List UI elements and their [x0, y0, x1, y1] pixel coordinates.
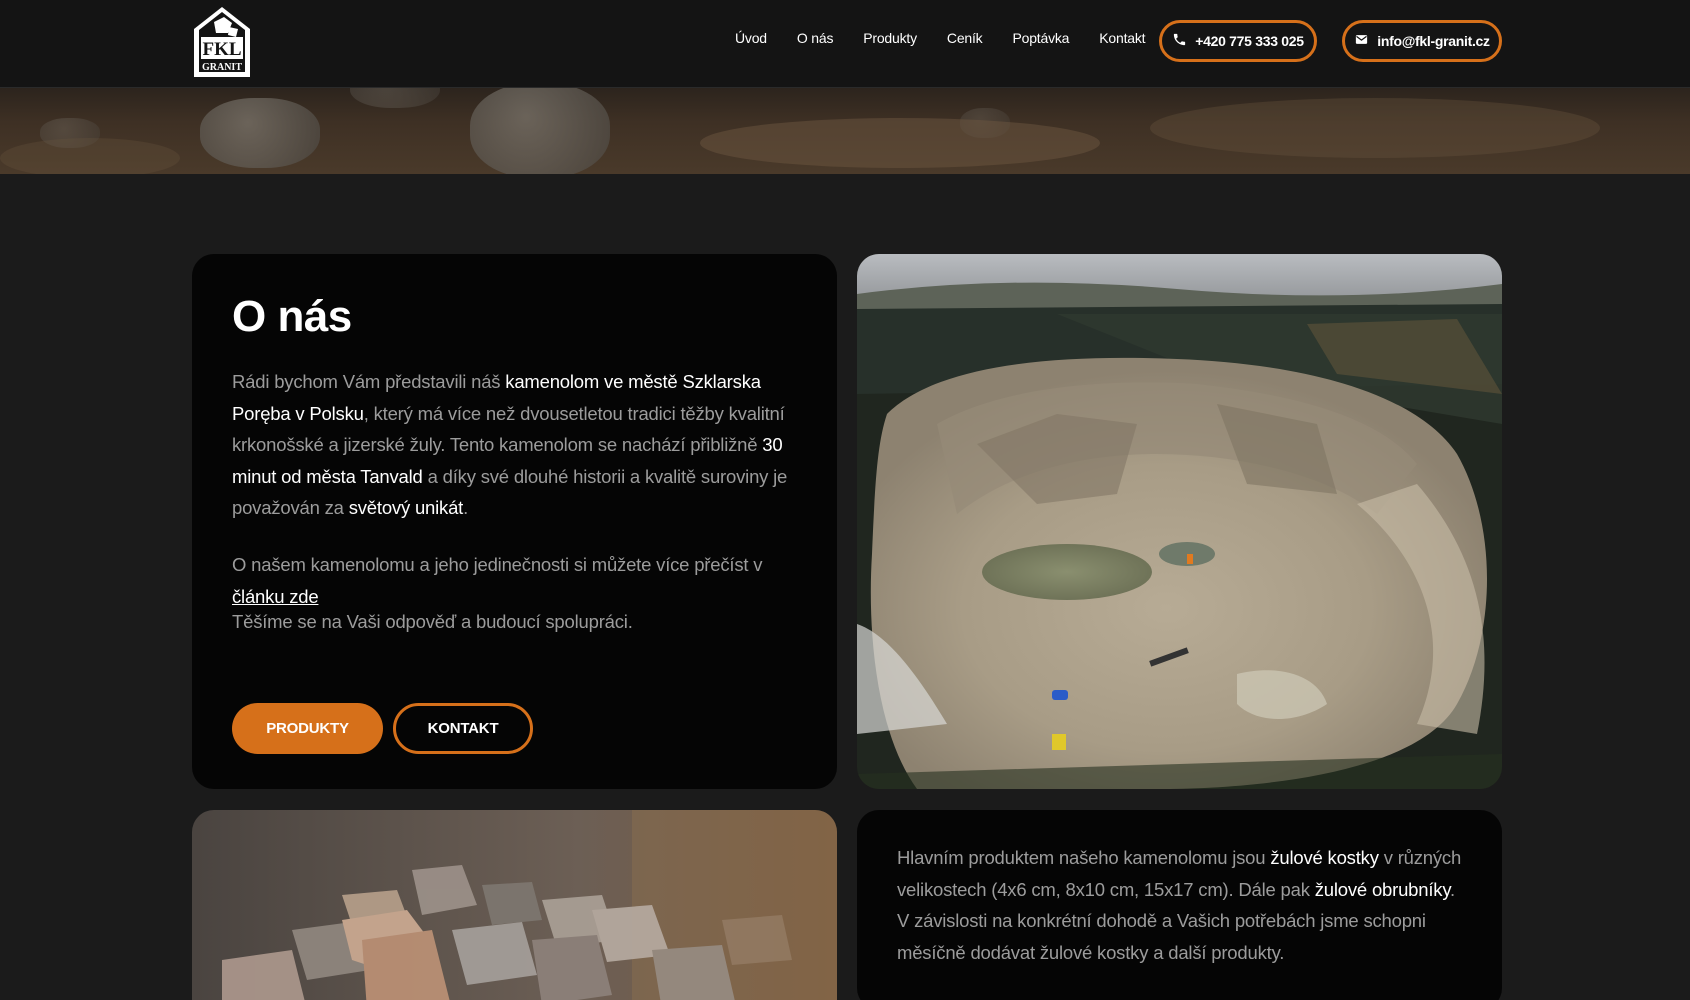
nav-item-o-nas[interactable]: O nás [797, 30, 834, 46]
products-paragraph: Hlavním produktem našeho kamenolomu jsou… [897, 847, 1462, 963]
svg-text:GRANIT: GRANIT [202, 62, 242, 73]
quarry-aerial-image [857, 254, 1502, 789]
nav-item-kontakt[interactable]: Kontakt [1099, 30, 1145, 46]
main-nav: Úvod O nás Produkty Ceník Poptávka Konta… [735, 30, 1175, 46]
products-card: Hlavním produktem našeho kamenolomu jsou… [857, 810, 1502, 1000]
nav-item-uvod[interactable]: Úvod [735, 30, 767, 46]
nav-item-produkty[interactable]: Produkty [863, 30, 917, 46]
nav-item-cenik[interactable]: Ceník [947, 30, 983, 46]
phone-button[interactable]: +420 775 333 025 [1159, 20, 1317, 62]
about-card: O nás Rádi bychom Vám představili náš ka… [192, 254, 837, 789]
granite-cubes-image [192, 810, 837, 1000]
article-link[interactable]: článku zde [232, 586, 319, 607]
phone-icon [1172, 32, 1187, 50]
about-paragraph-intro: Rádi bychom Vám představili náš kamenolo… [232, 371, 788, 518]
svg-text:FKL: FKL [202, 39, 241, 60]
nav-item-poptavka[interactable]: Poptávka [1012, 30, 1069, 46]
contact-button[interactable]: KONTAKT [393, 703, 533, 754]
email-address: info@fkl-granit.cz [1377, 33, 1490, 49]
logo[interactable]: FKL GRANIT [192, 5, 252, 79]
phone-number: +420 775 333 025 [1195, 33, 1304, 49]
email-button[interactable]: info@fkl-granit.cz [1342, 20, 1502, 62]
products-button[interactable]: PRODUKTY [232, 703, 383, 754]
envelope-icon [1354, 32, 1369, 50]
about-title: O nás [232, 292, 352, 341]
hero-image [0, 88, 1690, 174]
site-header: FKL GRANIT Úvod O nás Produkty Ceník Pop… [0, 0, 1690, 88]
about-paragraph-article: O našem kamenolomu a jeho jedinečnosti s… [232, 554, 763, 607]
about-paragraph-closing: Těšíme se na Vaši odpověď a budoucí spol… [232, 611, 633, 632]
